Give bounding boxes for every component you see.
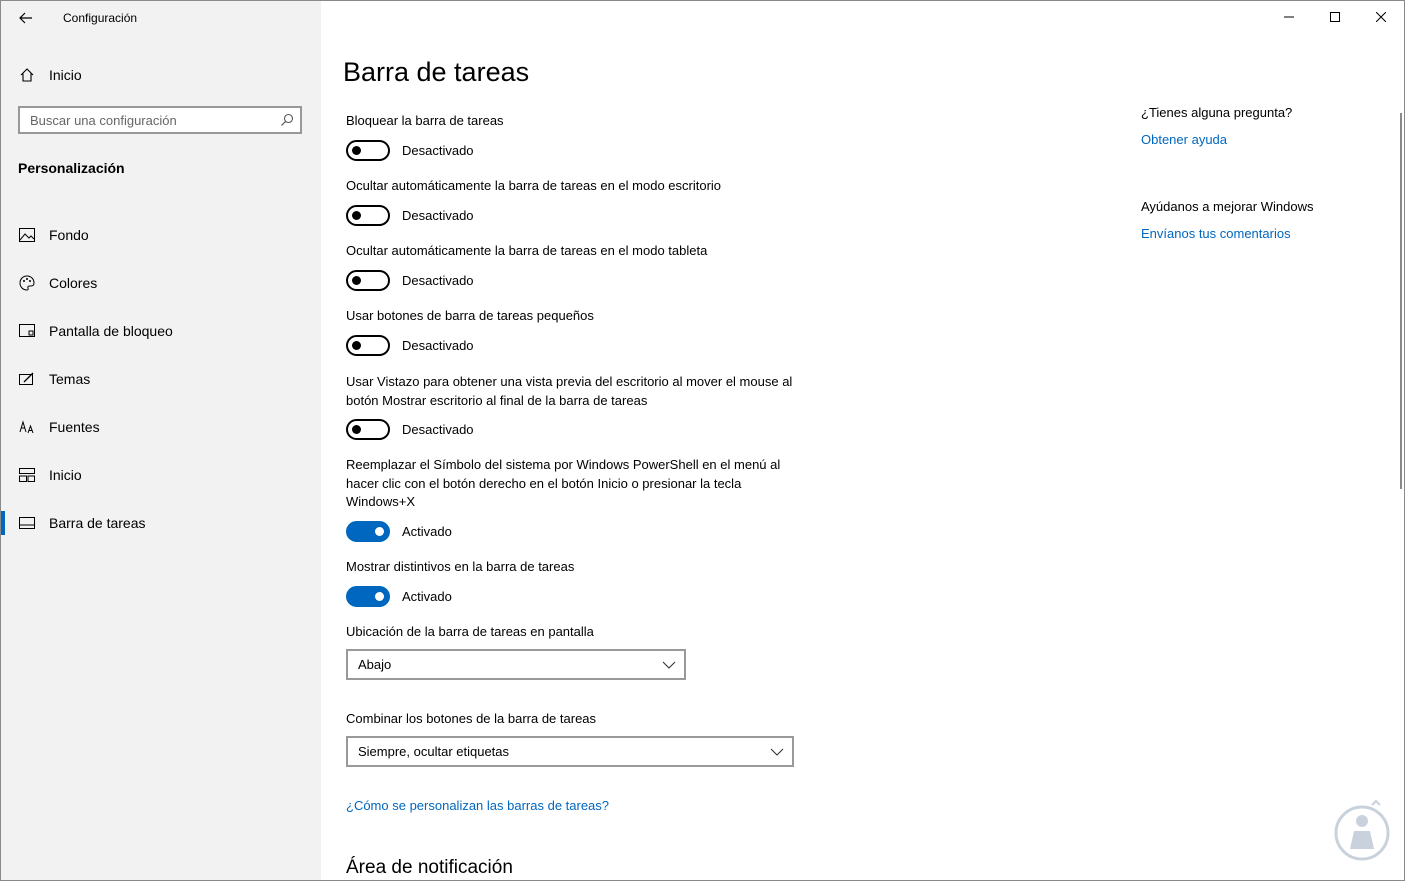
sidebar: Configuración Inicio Personalización Fon… <box>1 1 321 880</box>
combine-value: Siempre, ocultar etiquetas <box>358 744 510 759</box>
notification-area-title: Área de notificación <box>346 857 513 878</box>
powershell-toggle[interactable] <box>346 520 390 542</box>
setting-toggle-row: Activado <box>346 585 452 607</box>
setting-label: Ocultar automáticamente la barra de tare… <box>346 178 722 193</box>
toggle-state: Desactivado <box>402 272 474 288</box>
toggle-knob <box>352 210 361 220</box>
window-title: Configuración <box>63 11 138 25</box>
sidebar-home-label: Inicio <box>49 67 82 83</box>
sidebar-item-label: Pantalla de bloqueo <box>49 323 173 339</box>
setting-toggle-row: Desactivado <box>346 269 474 291</box>
maximize-button[interactable] <box>1312 1 1358 33</box>
sidebar-item-inicio[interactable]: Inicio <box>1 451 321 499</box>
toggle-state: Desactivado <box>402 207 474 223</box>
get-help-link[interactable]: Obtener ayuda <box>1141 132 1227 147</box>
improve-text: Ayúdanos a mejorar Windows <box>1141 199 1314 214</box>
sidebar-item-label: Fuentes <box>49 419 100 435</box>
toggle-state: Activado <box>402 523 452 539</box>
sidebar-item-label: Fondo <box>49 227 89 243</box>
sidebar-item-colores[interactable]: Colores <box>1 259 321 307</box>
setting-toggle-row: Desactivado <box>346 334 474 356</box>
setting-label: Ocultar automáticamente la barra de tare… <box>346 243 708 258</box>
toggle-knob <box>352 145 361 155</box>
sidebar-item-label: Temas <box>49 371 91 387</box>
toggle-state: Desactivado <box>402 337 474 353</box>
scrollbar[interactable] <box>1400 113 1402 489</box>
autohide-tablet-toggle[interactable] <box>346 269 390 291</box>
setting-toggle-row: Desactivado <box>346 139 474 161</box>
back-button[interactable] <box>11 5 41 31</box>
sidebar-item-label: Colores <box>49 275 98 291</box>
search-icon <box>281 113 294 126</box>
setting-toggle-row: Activado <box>346 520 452 542</box>
lock-taskbar-toggle[interactable] <box>346 139 390 161</box>
toggle-state: Desactivado <box>402 142 474 158</box>
sidebar-home[interactable]: Inicio <box>1 61 321 89</box>
setting-toggle-row: Desactivado <box>346 418 474 440</box>
toggle-knob <box>375 591 384 601</box>
setting-label: Mostrar distintivos en la barra de tarea… <box>346 559 575 574</box>
page-title: Barra de tareas <box>343 57 530 87</box>
chevron-down-icon <box>662 661 676 669</box>
badges-toggle[interactable] <box>346 585 390 607</box>
combine-label: Combinar los botones de la barra de tare… <box>346 711 597 726</box>
lock-screen-icon <box>19 323 35 339</box>
brush-icon <box>19 371 35 387</box>
settings-window: Configuración Inicio Personalización Fon… <box>0 0 1405 881</box>
close-button[interactable] <box>1358 1 1404 33</box>
back-arrow-icon <box>19 12 32 24</box>
help-taskbar-link[interactable]: ¿Cómo se personalizan las barras de tare… <box>346 798 609 813</box>
search-box[interactable] <box>18 106 302 134</box>
font-icon <box>19 419 35 435</box>
sidebar-item-label: Barra de tareas <box>49 515 146 531</box>
setting-label: Reemplazar el Símbolo del sistema por Wi… <box>346 457 781 509</box>
setting-label: Usar botones de barra de tareas pequeños <box>346 308 594 323</box>
taskbar-icon <box>19 515 35 531</box>
sidebar-item-pantalla-bloqueo[interactable]: Pantalla de bloqueo <box>1 307 321 355</box>
location-dropdown[interactable]: Abajo <box>346 649 686 680</box>
home-icon <box>19 67 35 83</box>
location-value: Abajo <box>358 657 392 672</box>
toggle-state: Desactivado <box>402 421 474 437</box>
toggle-knob <box>375 526 384 536</box>
minimize-button[interactable] <box>1266 1 1312 33</box>
feedback-link[interactable]: Envíanos tus comentarios <box>1141 226 1291 241</box>
sidebar-item-fuentes[interactable]: Fuentes <box>1 403 321 451</box>
section-title: Personalización <box>18 160 125 176</box>
start-tiles-icon <box>19 467 35 483</box>
palette-icon <box>19 275 35 291</box>
search-input[interactable] <box>20 108 290 132</box>
location-label: Ubicación de la barra de tareas en panta… <box>346 624 594 639</box>
site-logo-watermark <box>1334 799 1390 861</box>
close-icon <box>1376 12 1386 22</box>
sidebar-item-barra-tareas[interactable]: Barra de tareas <box>1 499 321 547</box>
main-content: Barra de tareas Bloquear la barra de tar… <box>321 1 1404 880</box>
setting-label: Usar Vistazo para obtener una vista prev… <box>346 374 793 408</box>
window-controls <box>1266 1 1404 33</box>
small-buttons-toggle[interactable] <box>346 334 390 356</box>
toggle-knob <box>352 275 361 285</box>
sidebar-nav: Fondo Colores Pantalla de bloqueo Temas <box>1 211 321 547</box>
sidebar-item-fondo[interactable]: Fondo <box>1 211 321 259</box>
minimize-icon <box>1284 16 1294 18</box>
question-text: ¿Tienes alguna pregunta? <box>1141 105 1293 120</box>
sidebar-item-temas[interactable]: Temas <box>1 355 321 403</box>
toggle-knob <box>352 340 361 350</box>
combine-dropdown[interactable]: Siempre, ocultar etiquetas <box>346 736 794 767</box>
sidebar-item-label: Inicio <box>49 467 82 483</box>
image-icon <box>19 227 35 243</box>
toggle-state: Activado <box>402 588 452 604</box>
maximize-icon <box>1330 12 1340 22</box>
setting-toggle-row: Desactivado <box>346 204 474 226</box>
autohide-desktop-toggle[interactable] <box>346 204 390 226</box>
setting-label: Bloquear la barra de tareas <box>346 113 504 128</box>
toggle-knob <box>352 424 361 434</box>
peek-toggle[interactable] <box>346 418 390 440</box>
chevron-down-icon <box>770 748 784 756</box>
